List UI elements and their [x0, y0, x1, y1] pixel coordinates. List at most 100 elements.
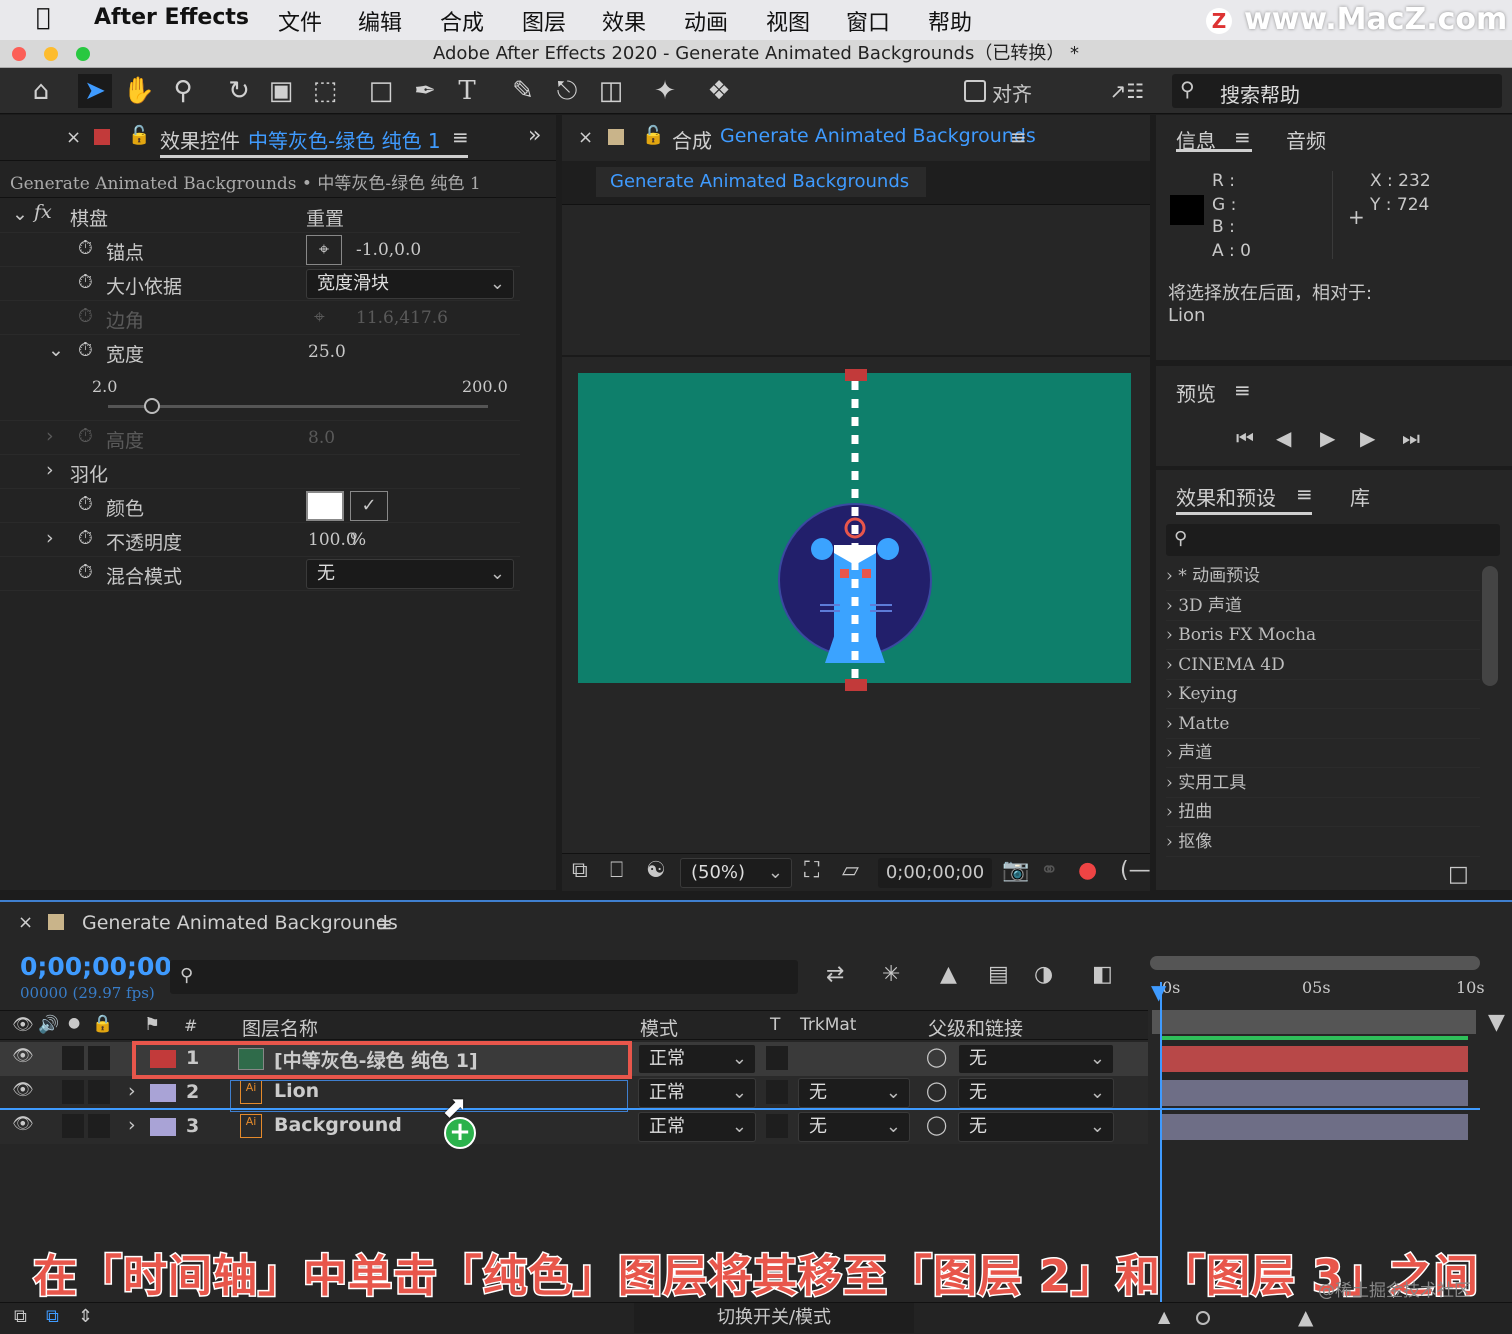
- app-menu[interactable]: After Effects: [94, 5, 249, 30]
- timeline-timecode[interactable]: 0;00;00;00: [20, 952, 172, 981]
- next-frame-icon[interactable]: ▶: [1360, 426, 1375, 450]
- layer-duration-bar[interactable]: [1162, 1114, 1468, 1140]
- panel-menu-icon[interactable]: ≡: [452, 125, 469, 149]
- effect-category-item[interactable]: › * 动画预设: [1166, 562, 1480, 591]
- preserve-transparency-toggle[interactable]: [766, 1046, 788, 1070]
- library-tab[interactable]: 库: [1350, 482, 1370, 511]
- stopwatch-icon[interactable]: ⏱: [78, 271, 93, 293]
- always-preview-icon[interactable]: ⧉: [572, 858, 588, 883]
- play-icon[interactable]: ▶: [1320, 426, 1335, 450]
- eyedropper-icon[interactable]: ✓: [350, 491, 388, 521]
- stopwatch-icon[interactable]: ⏱: [78, 561, 93, 583]
- stopwatch-icon[interactable]: ⏱: [78, 527, 93, 549]
- align-checkbox[interactable]: [964, 80, 986, 102]
- preview-tab[interactable]: 预览: [1176, 378, 1216, 407]
- graph-editor-icon[interactable]: ◧: [1092, 962, 1113, 987]
- menu-layer[interactable]: 图层: [522, 5, 566, 37]
- layer-search-input[interactable]: ⚲: [170, 960, 798, 994]
- type-tool-icon[interactable]: T: [450, 74, 484, 108]
- new-bin-icon[interactable]: □: [1448, 862, 1469, 887]
- motion-blur-icon[interactable]: ◑: [1034, 962, 1053, 987]
- stopwatch-icon[interactable]: ⏱: [78, 339, 93, 361]
- mask-visibility-icon[interactable]: ☯: [646, 858, 666, 883]
- expand-chevron-icon[interactable]: ›: [46, 527, 54, 549]
- panel-menu-icon[interactable]: ≡: [1234, 125, 1251, 149]
- rotate-tool-icon[interactable]: ↻: [222, 74, 256, 108]
- work-area-range[interactable]: [1152, 1010, 1476, 1034]
- monitor-icon[interactable]: ⎕: [610, 858, 623, 883]
- menu-effect[interactable]: 效果: [602, 5, 646, 37]
- comp-timecode[interactable]: 0;00;00;00: [878, 858, 992, 888]
- lock-toggle[interactable]: [88, 1046, 110, 1070]
- effect-category-item[interactable]: › 抠像: [1166, 828, 1480, 857]
- prop-width-value[interactable]: 25.0: [308, 342, 346, 362]
- expand-chevron-icon[interactable]: ›: [46, 425, 54, 447]
- toggle-switches-modes-button[interactable]: 切换开关/模式: [634, 1303, 914, 1333]
- hand-tool-icon[interactable]: ✋: [122, 74, 156, 108]
- scrollbar[interactable]: [1482, 566, 1498, 686]
- preserve-transparency-toggle[interactable]: [766, 1080, 788, 1104]
- panel-overflow-icon[interactable]: »: [528, 123, 541, 148]
- audio-toggle[interactable]: [62, 1046, 84, 1070]
- effect-category-item[interactable]: › Matte: [1166, 710, 1480, 739]
- blend-mode-dropdown[interactable]: 无 ⌄: [306, 559, 514, 589]
- selection-tool-icon[interactable]: ➤: [78, 74, 112, 108]
- audio-tab[interactable]: 音频: [1286, 125, 1326, 154]
- playhead-handle-icon[interactable]: ▼: [1151, 980, 1166, 1004]
- parent-dropdown[interactable]: 无 ⌄: [958, 1112, 1114, 1142]
- layer-duration-bar[interactable]: [1162, 1046, 1468, 1072]
- width-slider-track[interactable]: [108, 405, 488, 408]
- expand-chevron-icon[interactable]: ›: [128, 1080, 136, 1102]
- layer-label-swatch[interactable]: [150, 1118, 176, 1136]
- camera-tool-icon[interactable]: ▣: [264, 74, 298, 108]
- parent-dropdown[interactable]: 无 ⌄: [958, 1078, 1114, 1108]
- home-icon[interactable]: ⌂: [24, 74, 58, 108]
- snapping-icon[interactable]: ↗☷: [1092, 74, 1162, 108]
- zoom-dropdown[interactable]: (50%) ⌄: [680, 858, 792, 888]
- pen-tool-icon[interactable]: ✒: [408, 74, 442, 108]
- expand-chevron-icon[interactable]: ›: [46, 459, 54, 481]
- clone-stamp-tool-icon[interactable]: ⎋: [550, 74, 584, 108]
- close-panel-icon[interactable]: ×: [18, 912, 33, 933]
- effect-row-checkerboard[interactable]: ⌄ fx 棋盘 重置: [0, 199, 520, 233]
- comp-subtab[interactable]: Generate Animated Backgrounds: [596, 167, 926, 197]
- trkmat-dropdown[interactable]: 无 ⌄: [798, 1112, 910, 1142]
- stopwatch-icon[interactable]: ⏱: [78, 493, 93, 515]
- timeline-comp-tab[interactable]: Generate Animated Backgrounds: [82, 912, 398, 934]
- brush-tool-icon[interactable]: ✎: [506, 74, 540, 108]
- show-snapshot-icon[interactable]: ⚭: [1040, 858, 1058, 883]
- frame-blending-icon[interactable]: ▤: [988, 962, 1009, 987]
- layer-mode-dropdown[interactable]: 正常 ⌄: [638, 1112, 756, 1142]
- prop-anchor-value[interactable]: -1.0,0.0: [356, 240, 421, 260]
- menu-composition[interactable]: 合成: [440, 5, 484, 37]
- effect-category-item[interactable]: › Keying: [1166, 680, 1480, 709]
- comp-mini-flowchart-icon[interactable]: ⇄: [826, 962, 844, 987]
- layer-name[interactable]: Background: [274, 1114, 402, 1136]
- transparency-icon[interactable]: ▱: [842, 858, 859, 883]
- shy-layers-icon[interactable]: ▲: [940, 962, 957, 987]
- layer-switches-icon[interactable]: ⧉: [14, 1306, 27, 1327]
- comp-marker-icon[interactable]: ▼: [1488, 1010, 1505, 1035]
- layer-mode-dropdown[interactable]: 正常 ⌄: [638, 1044, 756, 1074]
- collapse-chevron-icon[interactable]: ⌄: [12, 203, 28, 225]
- effect-category-item[interactable]: › 实用工具: [1166, 769, 1480, 798]
- rectangle-tool-icon[interactable]: □: [364, 74, 398, 108]
- comp-tab[interactable]: Generate Animated Backgrounds: [720, 125, 1036, 147]
- timeline-zoom-slider[interactable]: [1196, 1311, 1210, 1325]
- effect-category-item[interactable]: › Boris FX Mocha: [1166, 621, 1480, 650]
- pick-whip-icon[interactable]: ◯: [926, 1046, 947, 1068]
- effect-controls-layer-name[interactable]: 中等灰色-绿色 纯色 1: [248, 125, 441, 154]
- crosshair-icon[interactable]: ⌖: [306, 235, 342, 265]
- previous-frame-icon[interactable]: ◀: [1276, 426, 1291, 450]
- audio-toggle[interactable]: [62, 1114, 84, 1138]
- layer-duration-bar[interactable]: [1162, 1080, 1468, 1106]
- panel-menu-icon[interactable]: ≡: [1010, 125, 1027, 149]
- fx-icon[interactable]: fx: [34, 201, 52, 223]
- size-from-dropdown[interactable]: 宽度滑块 ⌄: [306, 269, 514, 299]
- lock-icon[interactable]: 🔓: [642, 125, 664, 146]
- close-panel-icon[interactable]: ×: [578, 127, 593, 148]
- preserve-transparency-toggle[interactable]: [766, 1114, 788, 1138]
- panel-menu-icon[interactable]: ≡: [1296, 482, 1313, 506]
- visibility-eye-icon[interactable]: 👁: [12, 1046, 34, 1066]
- roto-brush-tool-icon[interactable]: ✦: [648, 74, 682, 108]
